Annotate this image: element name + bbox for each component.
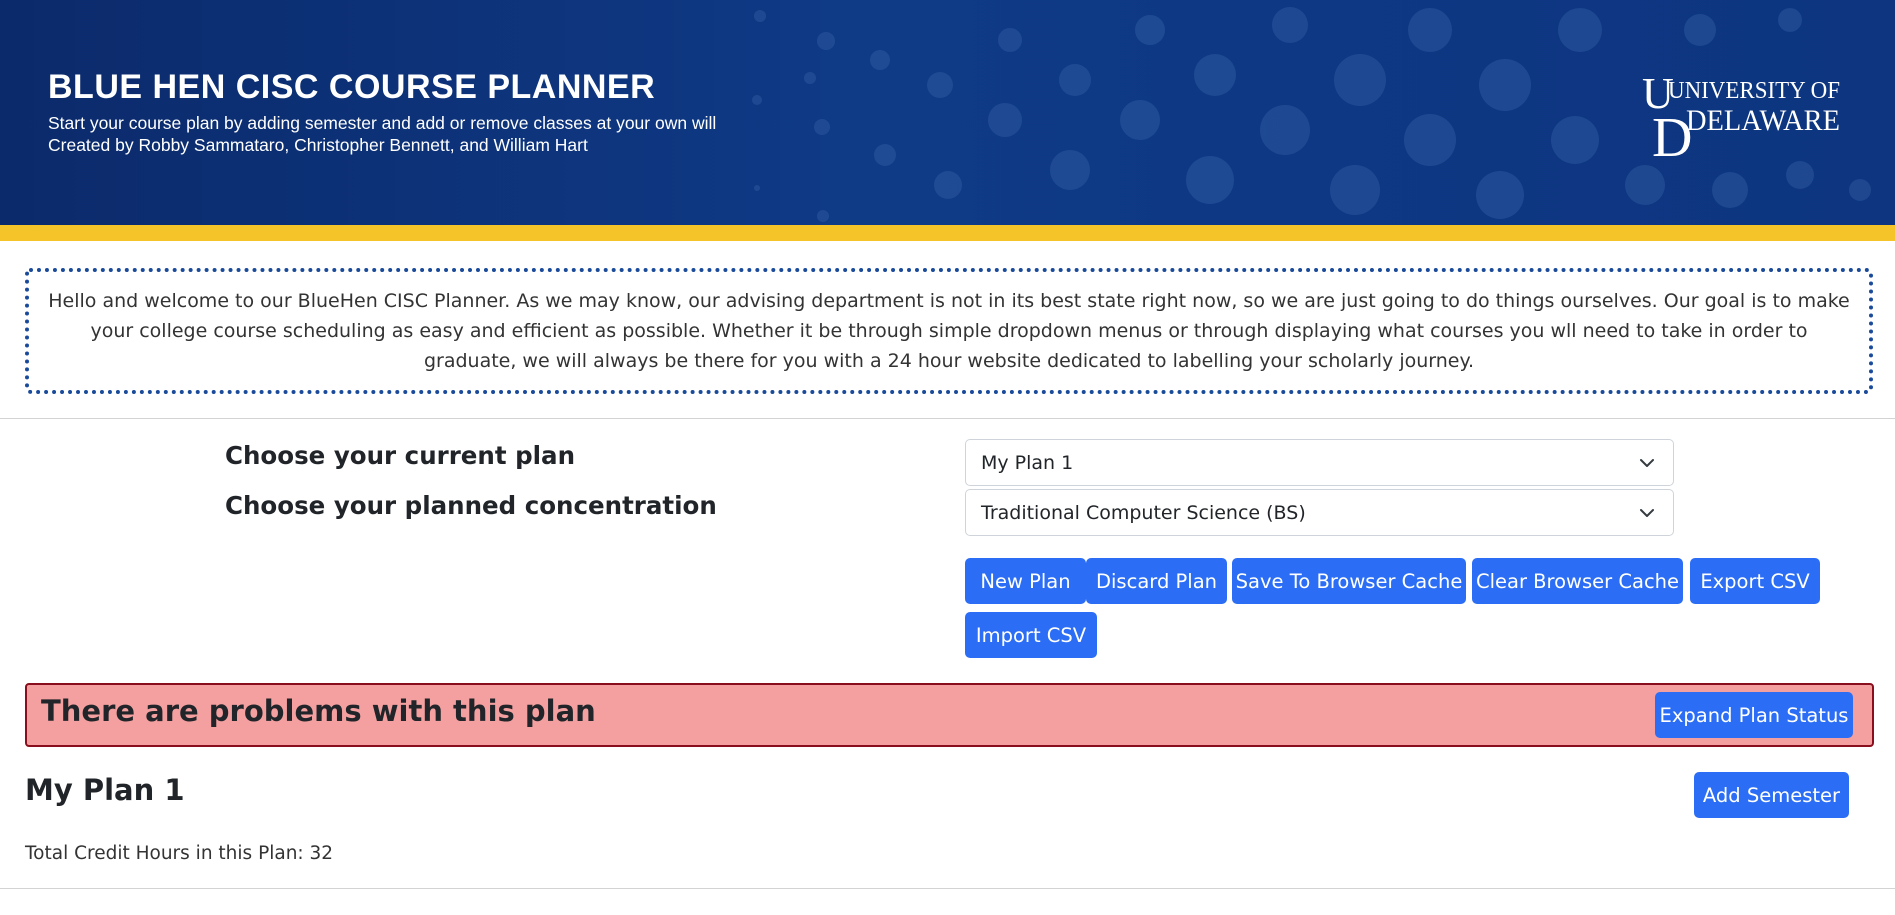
plan-select-value: My Plan 1 [981,451,1074,474]
clear-cache-button[interactable]: Clear Browser Cache [1472,558,1683,604]
university-of-delaware-logo: U UNIVERSITY OF D DELAWARE [1642,69,1840,160]
save-cache-button[interactable]: Save To Browser Cache [1232,558,1466,604]
header-banner: BLUE HEN CISC COURSE PLANNER Start your … [0,0,1895,225]
page-title: BLUE HEN CISC COURSE PLANNER [48,68,656,106]
total-credit-hours: Total Credit Hours in this Plan: 32 [25,843,334,864]
import-csv-button[interactable]: Import CSV [965,612,1097,658]
logo-line-2: DELAWARE [1686,104,1840,137]
new-plan-button[interactable]: New Plan [965,558,1086,604]
plan-select[interactable]: My Plan 1 [965,439,1674,486]
logo-line-1: UNIVERSITY OF [1668,78,1840,104]
welcome-text: Hello and welcome to our BlueHen CISC Pl… [48,290,1850,372]
header-subtitle: Start your course plan by adding semeste… [48,113,717,133]
gold-stripe [0,225,1895,241]
discard-plan-button[interactable]: Discard Plan [1086,558,1227,604]
divider [0,888,1895,889]
header-credits: Created by Robby Sammataro, Christopher … [48,135,588,155]
plan-problems-alert: There are problems with this plan [25,683,1874,747]
plan-select-label: Choose your current plan [225,441,576,470]
chevron-down-icon [1640,509,1654,517]
welcome-message: Hello and welcome to our BlueHen CISC Pl… [25,268,1873,394]
plan-title: My Plan 1 [25,773,185,807]
alert-message: There are problems with this plan [41,694,596,728]
concentration-select-value: Traditional Computer Science (BS) [981,501,1306,524]
divider [0,418,1895,419]
expand-plan-status-button[interactable]: Expand Plan Status [1655,692,1853,738]
add-semester-button[interactable]: Add Semester [1694,772,1849,818]
chevron-down-icon [1640,459,1654,467]
export-csv-button[interactable]: Export CSV [1690,558,1820,604]
concentration-select[interactable]: Traditional Computer Science (BS) [965,489,1674,536]
concentration-select-label: Choose your planned concentration [225,491,717,520]
